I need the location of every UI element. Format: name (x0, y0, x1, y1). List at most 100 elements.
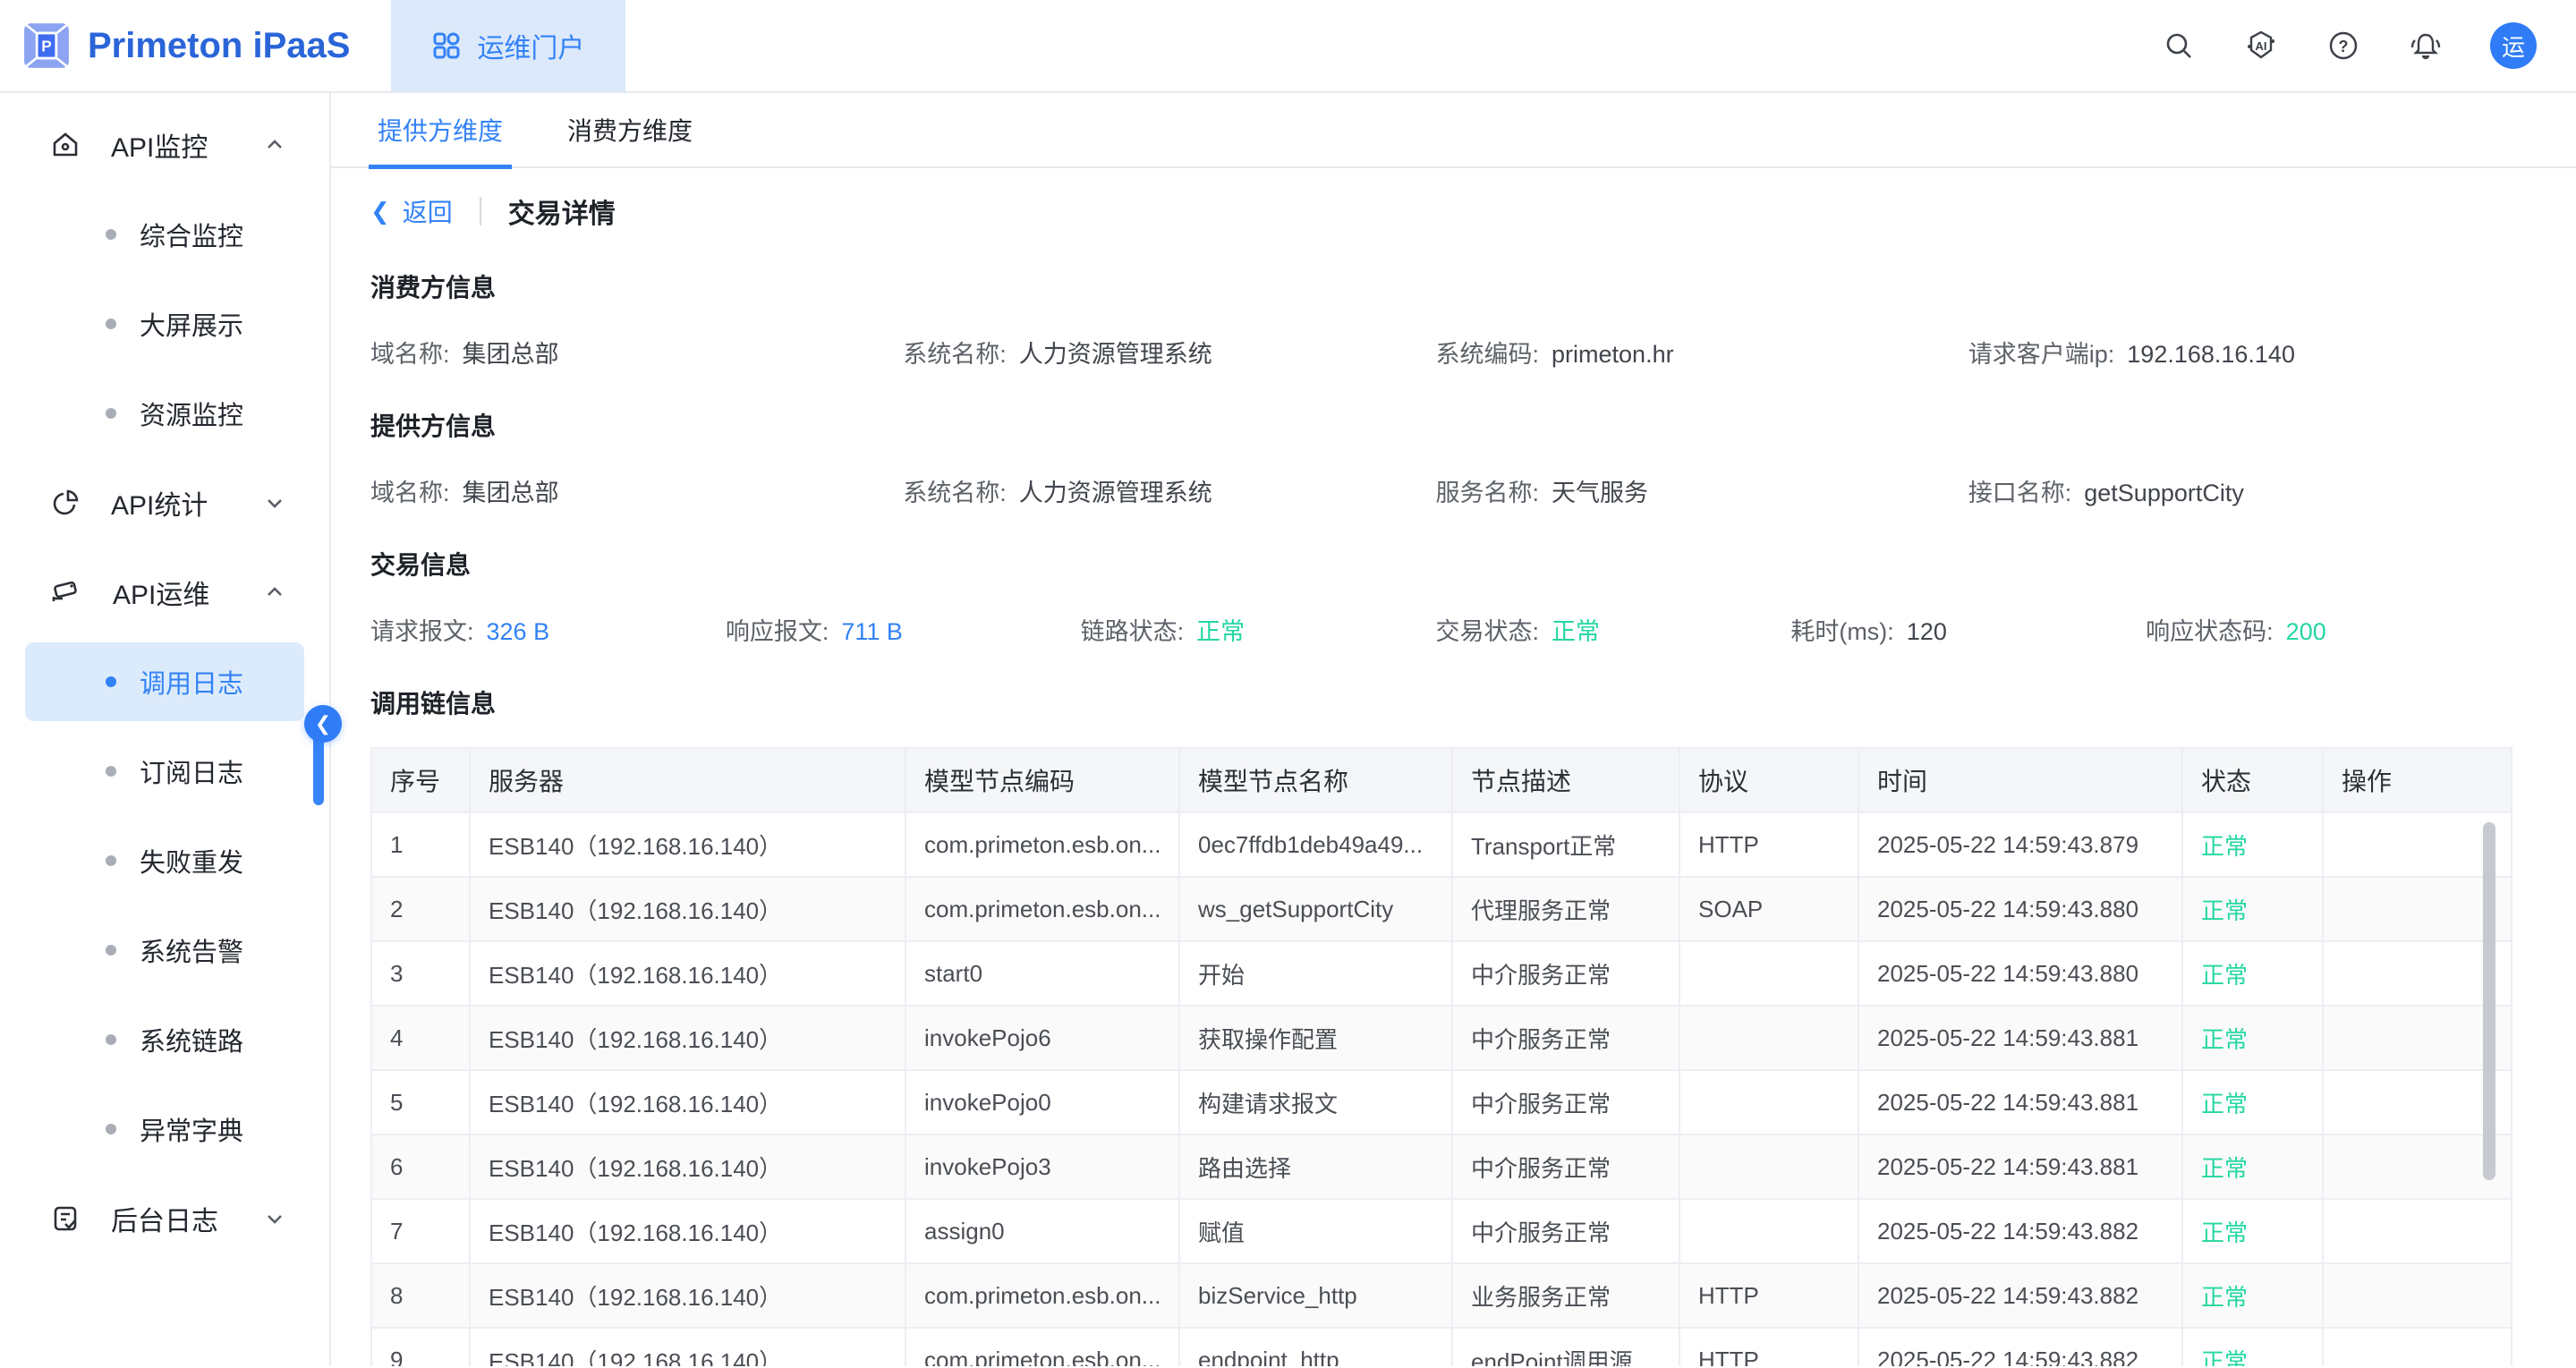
sidebar-item-system-link[interactable]: 系统链路 (0, 995, 329, 1084)
col-protocol: HTTP (1679, 812, 1858, 877)
col-server: ESB140（192.168.16.140） (470, 1263, 905, 1328)
table-row: 8ESB140（192.168.16.140）com.primeton.esb.… (371, 1263, 2512, 1328)
sidebar-item-failure-resend[interactable]: 失败重发 (0, 816, 329, 905)
sidebar-group-api-ops[interactable]: API运维 (0, 548, 329, 637)
bullet-dot-icon (106, 855, 116, 866)
col-server: ESB140（192.168.16.140） (470, 812, 905, 877)
col-node-name: 获取操作配置 (1179, 1006, 1452, 1070)
brand-logo: P Primeton iPaaS (0, 22, 391, 69)
col-node-desc: 业务服务正常 (1452, 1263, 1679, 1328)
status-badge: 200 (2286, 618, 2326, 646)
sidebar-collapse-button[interactable]: ❮ (304, 705, 342, 743)
user-avatar[interactable]: 运 (2490, 22, 2537, 69)
sidebar-item-label: 异常字典 (140, 1110, 243, 1148)
table-row: 2ESB140（192.168.16.140）com.primeton.esb.… (371, 877, 2512, 941)
col-index: 3 (371, 941, 470, 1006)
field-response-status-code: 响应状态码: 200 (2146, 612, 2501, 647)
col-header-protocol: 协议 (1679, 748, 1858, 812)
col-node-code: assign0 (905, 1199, 1179, 1263)
col-index: 9 (371, 1328, 470, 1366)
col-node-desc: 中介服务正常 (1452, 1134, 1679, 1199)
col-index: 8 (371, 1263, 470, 1328)
field-transaction-status: 交易状态: 正常 (1436, 612, 1791, 647)
sidebar-scrollbar-thumb[interactable] (313, 734, 324, 805)
col-node-desc: 代理服务正常 (1452, 877, 1679, 941)
col-server: ESB140（192.168.16.140） (470, 1134, 905, 1199)
chevron-down-icon (263, 491, 286, 514)
col-protocol: HTTP (1679, 1328, 1858, 1366)
request-message-link[interactable]: 326 B (487, 618, 550, 646)
col-time: 2025-05-22 14:59:43.880 (1858, 941, 2182, 1006)
field-system-name: 系统名称: 人力资源管理系统 (903, 473, 1435, 508)
tab-consumer-dimension[interactable]: 消费方维度 (567, 93, 693, 167)
col-node-name: 0ec7ffdb1deb49a49... (1179, 812, 1452, 877)
document-check-icon (50, 1203, 81, 1234)
sidebar-group-label: API运维 (113, 573, 209, 612)
col-index: 7 (371, 1199, 470, 1263)
sidebar-item-system-alert[interactable]: 系统告警 (0, 905, 329, 995)
help-icon[interactable]: ? (2325, 28, 2361, 64)
bullet-dot-icon (106, 319, 116, 329)
breadcrumb: ❮ 返回 交易详情 (370, 191, 2501, 231)
notifications-bell-icon[interactable] (2408, 28, 2444, 64)
search-icon[interactable] (2161, 28, 2197, 64)
col-index: 2 (371, 877, 470, 941)
sidebar-item-exception-dict[interactable]: 异常字典 (0, 1084, 329, 1174)
col-node-desc: 中介服务正常 (1452, 1006, 1679, 1070)
call-chain-table: 序号 服务器 模型节点编码 模型节点名称 节点描述 协议 时间 状态 操作 1E… (370, 747, 2512, 1366)
col-server: ESB140（192.168.16.140） (470, 1328, 905, 1366)
col-node-code: invokePojo0 (905, 1070, 1179, 1134)
col-node-code: invokePojo3 (905, 1134, 1179, 1199)
col-status: 正常 (2182, 877, 2323, 941)
chevron-up-icon (263, 581, 286, 604)
sidebar-item-label: 调用日志 (140, 663, 243, 701)
sidebar-item-call-log[interactable]: 调用日志 (25, 642, 304, 721)
sidebar-item-label: 资源监控 (140, 395, 243, 432)
brand-logo-icon: P (23, 22, 70, 69)
sidebar-item-composite-monitor[interactable]: 综合监控 (0, 190, 329, 279)
sidebar-item-resource-monitor[interactable]: 资源监控 (0, 369, 329, 458)
svg-text:P: P (41, 38, 52, 55)
col-node-name: 构建请求报文 (1179, 1070, 1452, 1134)
sidebar-group-api-stats[interactable]: API统计 (0, 458, 329, 548)
tab-provider-dimension[interactable]: 提供方维度 (378, 93, 503, 167)
table-scrollbar-thumb[interactable] (2483, 822, 2495, 1180)
table-row: 1ESB140（192.168.16.140）com.primeton.esb.… (371, 812, 2512, 877)
col-node-name: 开始 (1179, 941, 1452, 1006)
response-message-link[interactable]: 711 B (841, 618, 903, 646)
app-header: P Primeton iPaaS 运维门户 AI (0, 0, 2576, 93)
sidebar-item-bigscreen[interactable]: 大屏展示 (0, 279, 329, 369)
svg-text:?: ? (2339, 38, 2349, 55)
sidebar-group-label: API监控 (111, 125, 208, 165)
sidebar-item-label: 失败重发 (140, 842, 243, 879)
sidebar-group-api-monitor[interactable]: API监控 (0, 100, 329, 190)
col-time: 2025-05-22 14:59:43.882 (1858, 1199, 2182, 1263)
back-button[interactable]: ❮ 返回 (370, 193, 453, 229)
field-system-name: 系统名称: 人力资源管理系统 (903, 335, 1435, 370)
field-response-message: 响应报文: 711 B (726, 612, 1081, 647)
ai-assistant-icon[interactable]: AI (2243, 28, 2279, 64)
sidebar-item-label: 大屏展示 (140, 305, 243, 343)
sidebar-group-backend-log[interactable]: 后台日志 (0, 1174, 329, 1263)
table-header-row: 序号 服务器 模型节点编码 模型节点名称 节点描述 协议 时间 状态 操作 (371, 748, 2512, 812)
col-server: ESB140（192.168.16.140） (470, 1199, 905, 1263)
col-node-name: endpoint_http (1179, 1328, 1452, 1366)
col-node-code: invokePojo6 (905, 1006, 1179, 1070)
col-node-code: com.primeton.esb.on... (905, 1328, 1179, 1366)
col-server: ESB140（192.168.16.140） (470, 1070, 905, 1134)
provider-info-fields: 域名称: 集团总部 系统名称: 人力资源管理系统 服务名称: 天气服务 接口名称… (370, 473, 2501, 508)
col-server: ESB140（192.168.16.140） (470, 1006, 905, 1070)
bullet-dot-icon (106, 766, 116, 777)
section-title-transaction-info: 交易信息 (370, 546, 2501, 582)
col-header-node-code: 模型节点编码 (905, 748, 1179, 812)
sidebar-item-subscribe-log[interactable]: 订阅日志 (0, 726, 329, 816)
col-protocol (1679, 1134, 1858, 1199)
table-row: 4ESB140（192.168.16.140）invokePojo6获取操作配置… (371, 1006, 2512, 1070)
section-title-consumer-info: 消费方信息 (370, 268, 2501, 304)
sidebar-item-label: 综合监控 (140, 216, 243, 253)
chevron-left-icon: ❮ (370, 198, 390, 225)
col-status: 正常 (2182, 1006, 2323, 1070)
col-index: 4 (371, 1006, 470, 1070)
col-time: 2025-05-22 14:59:43.880 (1858, 877, 2182, 941)
portal-tab[interactable]: 运维门户 (391, 0, 625, 92)
